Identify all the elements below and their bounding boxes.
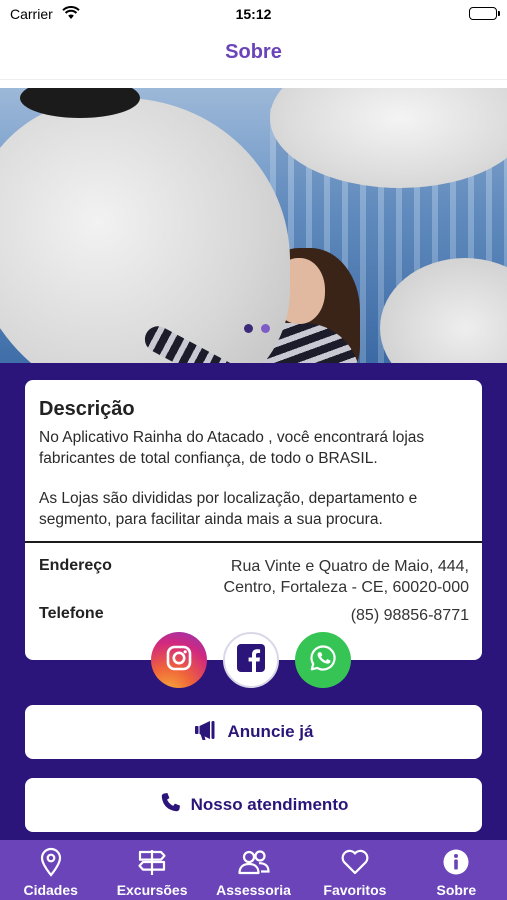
clock: 15:12 (235, 6, 272, 22)
users-icon (203, 847, 304, 877)
facebook-icon (237, 643, 265, 677)
phone-value[interactable]: (85) 98856-8771 (351, 605, 469, 626)
tab-label: Sobre (436, 882, 477, 898)
facebook-button[interactable] (223, 632, 279, 688)
phone-icon (159, 792, 181, 819)
about-card: Descrição No Aplicativo Rainha do Atacad… (25, 380, 482, 660)
tab-label: Favoritos (323, 882, 387, 898)
tab-assessoria[interactable]: Assessoria (203, 840, 304, 900)
carousel-dot[interactable] (244, 324, 253, 333)
description-paragraph: As Lojas são divididas por localização, … (39, 490, 418, 528)
status-bar: Carrier 15:12 (0, 0, 507, 28)
nav-header: Sobre (0, 28, 507, 80)
whatsapp-icon (309, 644, 337, 677)
megaphone-icon (194, 719, 218, 746)
page-title: Sobre (225, 41, 282, 63)
carousel-pager[interactable] (240, 320, 274, 338)
carousel-dot-active[interactable] (261, 324, 270, 333)
bottom-tab-bar: Cidades Excursões Assessoria Favoritos S… (0, 840, 507, 900)
info-icon (406, 847, 507, 877)
description-paragraph: No Aplicativo Rainha do Atacado , você e… (39, 429, 425, 467)
support-label: Nosso atendimento (190, 795, 349, 814)
tab-cidades[interactable]: Cidades (0, 840, 101, 900)
advertise-label: Anuncie já (227, 722, 314, 741)
tab-label: Cidades (23, 882, 78, 898)
support-button[interactable]: Nosso atendimento (25, 778, 482, 832)
tab-label: Excursões (116, 882, 188, 898)
tab-excursoes[interactable]: Excursões (101, 840, 202, 900)
battery-icon (469, 7, 500, 20)
signpost-icon (101, 847, 202, 877)
instagram-button[interactable] (151, 632, 207, 688)
instagram-icon (166, 645, 192, 676)
tab-label: Assessoria (216, 882, 291, 898)
hero-carousel[interactable] (0, 88, 507, 363)
address-label: Endereço (39, 557, 112, 574)
address-line[interactable]: Rua Vinte e Quatro de Maio, 444, (231, 556, 469, 577)
whatsapp-button[interactable] (295, 632, 351, 688)
tab-favoritos[interactable]: Favoritos (304, 840, 405, 900)
phone-label: Telefone (39, 605, 104, 622)
advertise-button[interactable]: Anuncie já (25, 705, 482, 759)
location-pin-icon (0, 847, 101, 877)
tab-sobre[interactable]: Sobre (406, 840, 507, 900)
address-line[interactable]: Centro, Fortaleza - CE, 60020-000 (224, 577, 469, 598)
divider (25, 541, 482, 543)
description-title: Descrição (39, 398, 135, 420)
heart-icon (304, 847, 405, 877)
